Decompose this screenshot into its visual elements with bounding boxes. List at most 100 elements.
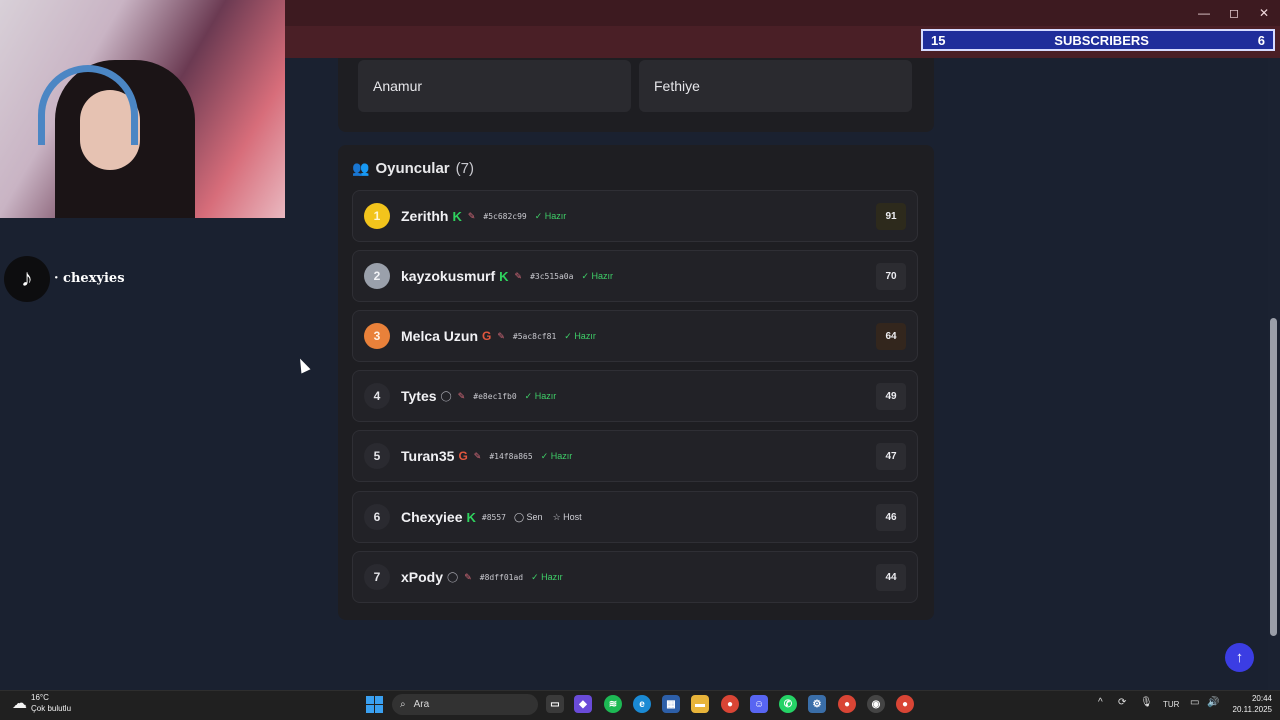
remove-user-icon[interactable]: ✎ [464, 572, 472, 583]
you-label: Sen [526, 511, 543, 522]
whatsapp-icon[interactable]: ✆ [779, 695, 797, 713]
volume-icon[interactable]: 🔊 [1207, 697, 1219, 708]
mouse-cursor [295, 356, 311, 374]
ready-status: ✓ Hazır [524, 390, 557, 401]
rank-badge: 4 [364, 383, 390, 409]
ready-status: ✓ Hazır [564, 330, 596, 341]
player-row[interactable]: 4 Tytes ◯ ✎ #e8ec1fb0 ✓ Hazır 49 [352, 370, 918, 422]
scroll-to-top-button[interactable]: ↑ [1225, 643, 1254, 672]
network-icon[interactable]: ▭ [1190, 697, 1199, 708]
taskbar-search[interactable]: ⌕ Ara [392, 694, 538, 715]
microphone-icon[interactable]: 🎙 [1140, 697, 1153, 708]
player-row[interactable]: 6 Chexyiee K #8557 ◯ Sen ☆ Host 46 [352, 491, 918, 543]
language-indicator[interactable]: TUR [1163, 700, 1179, 709]
ready-label: Hazır [534, 390, 557, 401]
kick-icon: K [499, 268, 509, 284]
taskbar-clock[interactable]: 20:44 20.11.2025 [1226, 693, 1272, 715]
players-title: Oyuncular [375, 160, 450, 177]
users-icon: 👥 [352, 160, 370, 176]
remove-user-icon[interactable]: ✎ [474, 451, 482, 462]
user-icon: ◯ [447, 571, 459, 583]
chrome-active-icon[interactable]: ● [838, 695, 856, 713]
kick-icon: K [466, 509, 476, 525]
edge-icon[interactable]: e [633, 695, 651, 713]
you-badge: ◯ Sen [513, 511, 543, 522]
maximize-button[interactable]: ◻ [1224, 6, 1244, 20]
discord-icon[interactable]: ☺ [750, 695, 768, 713]
weather-temp: 16°C [31, 693, 49, 702]
webcam-overlay [0, 0, 285, 218]
player-score: 47 [876, 443, 906, 470]
rank-badge: 3 [364, 323, 390, 349]
remove-user-icon[interactable]: ✎ [497, 331, 505, 342]
players-header: 👥 Oyuncular (7) [352, 160, 474, 177]
city-option-fethiye[interactable]: Fethiye [639, 60, 912, 112]
player-name: Tytes [401, 388, 437, 404]
player-name: kayzokusmurf [401, 268, 496, 284]
player-name: Zerithh [401, 208, 449, 224]
subscriber-goal-overlay: 15 SUBSCRIBERS 6 [921, 29, 1275, 51]
chrome-icon[interactable]: ● [721, 695, 739, 713]
player-name: Melca Uzun [401, 328, 479, 344]
player-score: 91 [876, 203, 906, 230]
ready-status: ✓ Hazır [540, 450, 573, 461]
player-name: xPody [401, 569, 444, 585]
chrome-profile-icon[interactable]: ● [896, 695, 914, 713]
player-score: 49 [876, 383, 906, 410]
players-count: (7) [455, 160, 474, 177]
ready-label: Hazır [541, 571, 563, 582]
kick-icon: K [452, 208, 462, 224]
scrollbar-thumb[interactable] [1270, 318, 1277, 636]
player-tag: #5ac8cf81 [512, 331, 557, 341]
spotify-icon[interactable]: ≋ [604, 695, 622, 713]
cloud-icon: ☁ [12, 695, 27, 712]
task-view-icon[interactable]: ▭ [546, 695, 564, 713]
player-score: 44 [876, 564, 906, 591]
tray-overflow-icon[interactable]: ^ [1098, 697, 1103, 708]
remove-user-icon[interactable]: ✎ [458, 391, 466, 402]
player-name: Turan35 [401, 448, 455, 464]
subscriber-label: SUBSCRIBERS [1054, 32, 1149, 48]
subscriber-current: 15 [931, 32, 946, 48]
rank-badge: 6 [364, 504, 390, 530]
host-label: Host [563, 511, 582, 522]
ready-label: Hazır [591, 270, 614, 281]
search-placeholder: Ara [413, 699, 430, 710]
rank-badge: 1 [364, 203, 390, 229]
player-row[interactable]: 7 xPody ◯ ✎ #8dff01ad ✓ Hazır 44 [352, 551, 918, 603]
city-option-anamur[interactable]: Anamur [358, 60, 631, 112]
windows-start-icon[interactable] [366, 696, 383, 713]
sync-icon[interactable]: ⟳ [1118, 697, 1126, 708]
store-icon[interactable]: ▦ [662, 695, 680, 713]
player-score: 70 [876, 263, 906, 290]
file-explorer-icon[interactable]: ▬ [691, 695, 709, 713]
subscriber-goal: 6 [1257, 32, 1265, 48]
player-row[interactable]: 3 Melca Uzun G ✎ #5ac8cf81 ✓ Hazır 64 [352, 310, 918, 362]
copilot-icon[interactable]: ◆ [574, 695, 592, 713]
tiktok-handle: · chexyies [54, 271, 125, 286]
steam-icon[interactable]: ⚙ [808, 695, 826, 713]
player-row[interactable]: 2 kayzokusmurf K ✎ #3c515a0a ✓ Hazır 70 [352, 250, 918, 302]
player-row[interactable]: 5 Turan35 G ✎ #14f8a865 ✓ Hazır 47 [352, 430, 918, 482]
host-badge: ☆ Host [552, 511, 582, 522]
ready-status: ✓ Hazır [581, 270, 614, 281]
close-button[interactable]: ✕ [1254, 6, 1274, 20]
user-icon: ◯ [440, 390, 452, 402]
google-icon: G [482, 329, 492, 343]
weather-widget[interactable]: ☁ 16°C Çok bulutlu [12, 692, 71, 714]
ready-label: Hazır [550, 450, 573, 461]
remove-user-icon[interactable]: ✎ [515, 271, 523, 282]
ready-status: ✓ Hazır [531, 571, 563, 582]
ready-label: Hazır [574, 330, 596, 341]
remove-user-icon[interactable]: ✎ [468, 211, 476, 222]
rank-badge: 2 [364, 263, 390, 289]
player-tag: #8dff01ad [479, 572, 524, 582]
player-row[interactable]: 1 Zerithh K ✎ #5c682c99 ✓ Hazır 91 [352, 190, 918, 242]
rank-badge: 5 [364, 443, 390, 469]
clock-time: 20:44 [1251, 694, 1272, 703]
ready-label: Hazır [544, 210, 567, 221]
player-score: 46 [876, 504, 906, 531]
minimize-button[interactable]: — [1194, 6, 1214, 20]
obs-icon[interactable]: ◉ [867, 695, 885, 713]
player-name: Chexyiee [401, 509, 463, 525]
